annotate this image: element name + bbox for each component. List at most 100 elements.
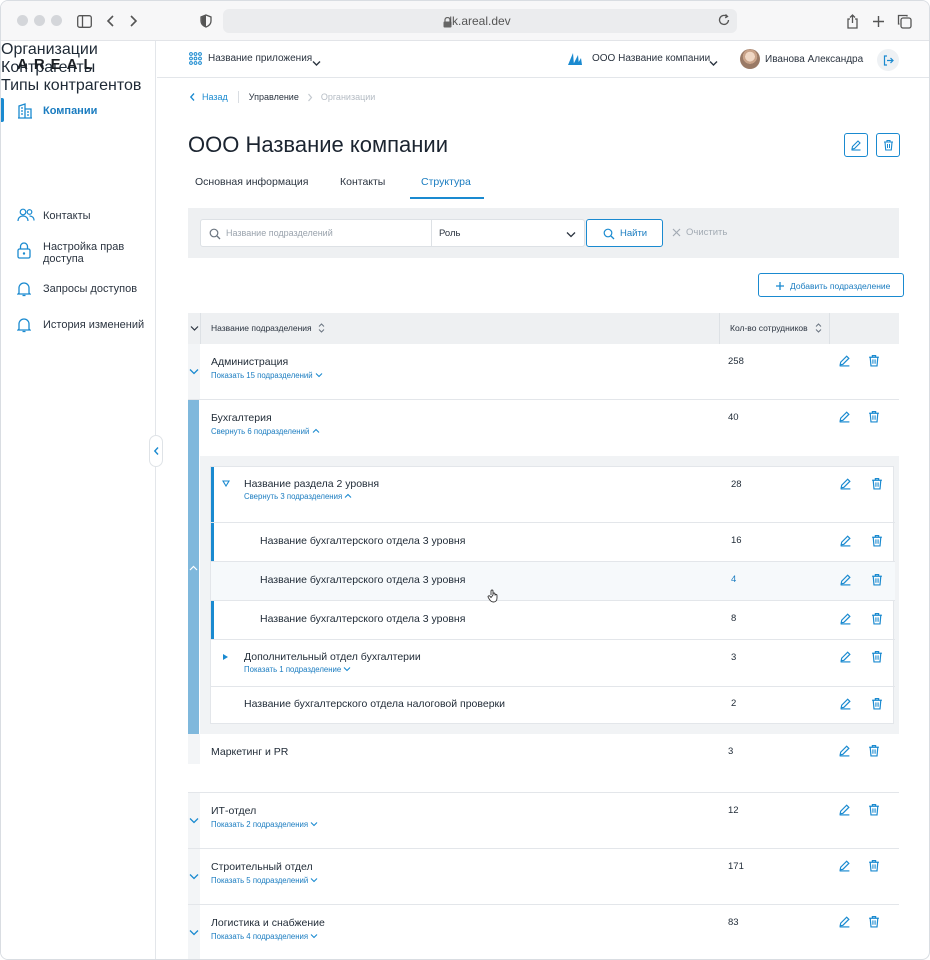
- table-row[interactable]: ИТ-отдел Показать 2 подразделения 12: [188, 793, 899, 849]
- app-selector[interactable]: Название приложения: [208, 53, 312, 64]
- show-subdepartments-link[interactable]: Показать 5 подразделений: [211, 876, 318, 885]
- pencil-icon[interactable]: [838, 354, 851, 367]
- user-name[interactable]: Иванова Александра: [765, 54, 863, 65]
- chevron-up-icon: [312, 428, 319, 433]
- share-icon[interactable]: [842, 11, 862, 31]
- role-select[interactable]: Роль: [432, 219, 585, 247]
- trash-icon[interactable]: [868, 410, 880, 423]
- list-item[interactable]: Название раздела 2 уровня Свернуть 3 под…: [211, 467, 895, 523]
- column-header-count[interactable]: Кол-во сотрудников: [730, 323, 808, 333]
- subdepartment-name: Название бухгалтерского отдела 3 уровня: [260, 613, 466, 625]
- grid-apps-icon[interactable]: [189, 52, 202, 70]
- triangle-down-icon[interactable]: [222, 480, 230, 487]
- list-item[interactable]: Название бухгалтерского отдела 3 уровня …: [211, 523, 895, 562]
- tab-main-info[interactable]: Основная информация: [195, 176, 308, 188]
- search-input[interactable]: Название подразделений: [200, 219, 432, 247]
- trash-icon[interactable]: [868, 859, 880, 872]
- expanded-row-indicator[interactable]: [188, 400, 199, 734]
- sidebar-toggle-icon[interactable]: [74, 11, 94, 31]
- subdepartment-name: Название бухгалтерского отдела 3 уровня: [260, 535, 466, 547]
- table-row[interactable]: Администрация Показать 15 подразделений …: [188, 344, 899, 400]
- active-indicator: [1, 98, 4, 122]
- list-item-hovered[interactable]: Название бухгалтерского отдела 3 уровня …: [211, 562, 895, 603]
- expand-toggle[interactable]: [188, 793, 200, 848]
- pencil-icon[interactable]: [838, 915, 851, 928]
- pencil-icon[interactable]: [838, 803, 851, 816]
- sort-icon[interactable]: [318, 323, 325, 333]
- pencil-icon[interactable]: [839, 612, 852, 625]
- close-window-dot[interactable]: [17, 15, 28, 26]
- pencil-icon[interactable]: [839, 697, 852, 710]
- column-header-name[interactable]: Название подразделения: [211, 323, 312, 333]
- minimize-window-dot[interactable]: [34, 15, 45, 26]
- trash-icon[interactable]: [871, 573, 883, 586]
- expand-toggle[interactable]: [188, 344, 200, 399]
- chevron-down-icon: [311, 878, 318, 883]
- list-item[interactable]: Название бухгалтерского отдела налоговой…: [211, 687, 895, 724]
- trash-icon[interactable]: [871, 534, 883, 547]
- trash-icon[interactable]: [868, 744, 880, 757]
- expand-toggle[interactable]: [188, 905, 200, 959]
- tab-contacts[interactable]: Контакты: [340, 176, 385, 188]
- sidebar-sub-counterparty-types[interactable]: Типы контрагентов: [1, 77, 155, 95]
- collapse-subdepartments-link[interactable]: Свернуть 6 подразделений: [211, 427, 320, 436]
- triangle-right-icon[interactable]: [222, 653, 229, 661]
- show-subdepartments-link[interactable]: Показать 2 подразделения: [211, 820, 318, 829]
- chevron-down-icon[interactable]: [190, 325, 199, 332]
- list-item[interactable]: Дополнительный отдел бухгалтерии Показат…: [211, 640, 895, 687]
- breadcrumb-manage[interactable]: Управление: [249, 92, 299, 102]
- shield-icon[interactable]: [196, 11, 216, 31]
- trash-icon[interactable]: [871, 697, 883, 710]
- tab-structure[interactable]: Структура: [421, 176, 471, 188]
- sidebar-collapse-button[interactable]: [149, 435, 163, 467]
- table-row[interactable]: Маркетинг и PR 3: [188, 734, 899, 793]
- pencil-icon[interactable]: [838, 859, 851, 872]
- table-row[interactable]: Логистика и снабжение Показать 4 подразд…: [188, 905, 899, 959]
- address-bar[interactable]: lk.areal.dev: [223, 9, 737, 33]
- reload-icon[interactable]: [717, 13, 731, 32]
- new-tab-plus-icon[interactable]: [868, 11, 888, 31]
- pencil-icon[interactable]: [839, 477, 852, 490]
- search-icon: [603, 228, 615, 240]
- trash-icon[interactable]: [868, 915, 880, 928]
- trash-icon[interactable]: [871, 650, 883, 663]
- sort-icon[interactable]: [815, 323, 822, 333]
- zoom-window-dot[interactable]: [51, 15, 62, 26]
- show-subdepartments-link[interactable]: Показать 15 подразделений: [211, 371, 323, 380]
- back-arrow-icon[interactable]: [101, 11, 121, 31]
- table-row[interactable]: Бухгалтерия Свернуть 6 подразделений 40: [188, 400, 899, 456]
- top-header: Название приложения ООО Название компани…: [157, 41, 929, 78]
- chevron-down-icon[interactable]: [709, 54, 718, 72]
- breadcrumb-organizations[interactable]: Организации: [321, 92, 375, 102]
- edit-company-button[interactable]: [844, 133, 868, 157]
- employee-count: 8: [731, 613, 737, 624]
- add-department-button[interactable]: Добавить подразделение: [758, 273, 904, 297]
- employee-count: 3: [728, 746, 734, 757]
- tabs-overview-icon[interactable]: [894, 11, 914, 31]
- pencil-icon[interactable]: [839, 534, 852, 547]
- pencil-icon[interactable]: [839, 573, 852, 586]
- back-link[interactable]: Назад: [202, 92, 228, 102]
- pencil-icon[interactable]: [838, 744, 851, 757]
- show-subdepartments-link[interactable]: Показать 1 подразделение: [244, 665, 351, 674]
- subdepartment-name: Название бухгалтерского отдела налоговой…: [244, 698, 505, 710]
- trash-icon[interactable]: [871, 477, 883, 490]
- trash-icon[interactable]: [868, 803, 880, 816]
- expand-toggle[interactable]: [188, 849, 200, 904]
- list-item[interactable]: Название бухгалтерского отдела 3 уровня …: [211, 601, 895, 640]
- show-subdepartments-link[interactable]: Показать 4 подразделения: [211, 932, 318, 941]
- avatar[interactable]: [740, 49, 760, 69]
- trash-icon[interactable]: [868, 354, 880, 367]
- chevron-down-icon[interactable]: [312, 54, 321, 72]
- company-selector[interactable]: ООО Название компании: [592, 53, 710, 64]
- find-button[interactable]: Найти: [586, 219, 663, 247]
- logout-icon: [883, 54, 894, 66]
- logout-button[interactable]: [877, 49, 899, 71]
- collapse-subdepartments-link[interactable]: Свернуть 3 подразделения: [244, 492, 352, 501]
- forward-arrow-icon[interactable]: [123, 11, 143, 31]
- pencil-icon[interactable]: [839, 650, 852, 663]
- table-row[interactable]: Строительный отдел Показать 5 подразделе…: [188, 849, 899, 905]
- delete-company-button[interactable]: [876, 133, 900, 157]
- trash-icon[interactable]: [871, 612, 883, 625]
- pencil-icon[interactable]: [838, 410, 851, 423]
